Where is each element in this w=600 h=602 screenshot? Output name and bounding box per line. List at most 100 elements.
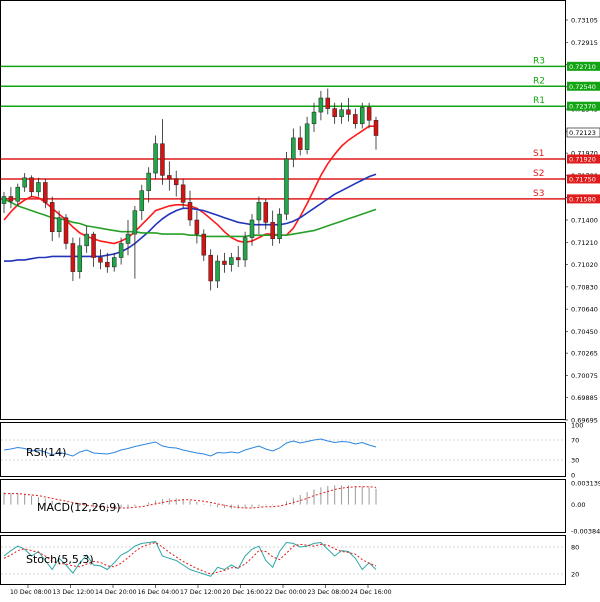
candle-body (332, 108, 337, 118)
level-label-s3: S3 (533, 189, 544, 199)
candle-body (263, 202, 269, 223)
time-tick-label: 14 Dec 20:00 (95, 589, 137, 596)
rsi-tick-label: 100 (571, 422, 583, 430)
rsi-tick-label: 0 (571, 472, 575, 480)
stoch-tick-label: 80 (571, 544, 579, 552)
candle-body (325, 97, 331, 109)
candle-body (29, 177, 34, 193)
price-axis: 0.731050.729150.727250.725350.723450.721… (565, 17, 598, 425)
price-tick-label: 0.70640 (571, 306, 598, 314)
candle-body (256, 202, 262, 221)
candle-body (304, 123, 310, 150)
rsi-label: RSI(14) (26, 446, 66, 459)
stoch-tick-label: 20 (571, 571, 579, 579)
level-price-text: 0.71580 (569, 195, 596, 203)
candle-body (297, 137, 303, 150)
candle-body (366, 107, 372, 121)
candle-body (118, 243, 124, 258)
price-tick-label: 0.71210 (571, 239, 598, 247)
candle-body (359, 107, 365, 125)
chart-svg: 0.731050.729150.727250.725350.723450.721… (0, 0, 600, 596)
macd-tick-label: -0.00384 (571, 528, 600, 536)
candle-body (187, 202, 193, 221)
candle-body (22, 177, 27, 188)
candle-body (242, 237, 248, 261)
level-label-s2: S2 (533, 169, 544, 179)
price-tick-label: 0.70265 (571, 350, 598, 358)
candle-body (105, 261, 110, 268)
level-price-text: 0.72710 (569, 63, 596, 71)
rsi-tick-label: 30 (571, 457, 579, 465)
candle-body (49, 202, 55, 232)
level-label-s1: S1 (533, 149, 544, 159)
candle-body (139, 190, 145, 211)
candle-body (84, 233, 89, 247)
candle-body (311, 111, 317, 125)
candle-bullish (284, 151, 289, 220)
candle-body (277, 213, 282, 240)
candle-body (284, 158, 289, 215)
candle-body (346, 109, 351, 115)
candle-body (270, 222, 275, 240)
candle-body (63, 217, 69, 244)
time-tick-label: 13 Dec 12:00 (53, 589, 95, 596)
level-price-text: 0.72540 (569, 83, 596, 91)
level-price-text: 0.71750 (569, 175, 596, 183)
candle-body (173, 178, 179, 186)
level-label-r1: R1 (533, 96, 545, 106)
candle-body (160, 143, 165, 176)
level-price-text: 0.71920 (569, 156, 596, 164)
candle-body (222, 260, 227, 265)
price-tick-label: 0.70075 (571, 372, 598, 380)
candle-body (56, 217, 62, 232)
candle-body (339, 109, 344, 118)
current-price-tag: 0.72123 (566, 127, 600, 138)
candle-body (291, 137, 296, 160)
rsi-panel-frame (0, 422, 566, 477)
candle-body (111, 257, 117, 268)
candle-body (15, 186, 21, 202)
time-tick-label: 16 Dec 04:00 (138, 589, 180, 596)
candle-body (125, 233, 131, 244)
candle-body (70, 243, 76, 272)
level-price-text: 0.72370 (569, 103, 596, 111)
macd-label: MACD(12,26,9) (37, 501, 121, 514)
level-label-r2: R2 (533, 76, 545, 86)
candle-body (201, 233, 207, 256)
time-tick-label: 22 Dec 00:00 (265, 589, 307, 596)
candle-body (132, 210, 138, 235)
candle-body (1, 196, 7, 204)
stoch-label: Stoch(5,5,3) (26, 553, 94, 566)
candle-body (318, 97, 324, 113)
price-tick-label: 0.71400 (571, 217, 598, 225)
time-tick-label: 23 Dec 08:00 (308, 589, 350, 596)
candle-body (235, 257, 241, 261)
candle-body (229, 257, 234, 265)
macd-tick-label: 0.00 (571, 501, 585, 509)
price-tick-label: 0.69885 (571, 394, 598, 402)
candle-body (180, 184, 186, 203)
price-tick-label: 0.70830 (571, 283, 598, 291)
price-tick-label: 0.70450 (571, 328, 598, 336)
time-axis: 10 Dec 08:00 13 Dec 12:00 14 Dec 20:00 16 D… (10, 585, 392, 596)
candle-body (146, 172, 151, 191)
candle-body (77, 245, 83, 272)
current-price-label: 0.72123 (569, 129, 596, 137)
time-tick-label: 20 Dec 16:00 (223, 589, 265, 596)
candle-body (91, 233, 96, 258)
candle-body (194, 219, 200, 235)
candle-body (36, 182, 41, 193)
forex-chart: 0.731050.729150.727250.725350.723450.721… (0, 0, 600, 598)
candle-body (373, 120, 379, 136)
macd-tick-label: 0.003139 (571, 480, 600, 488)
candle-body (43, 182, 48, 203)
time-tick-label: 24 Dec 16:00 (350, 589, 392, 596)
candle-body (153, 143, 158, 174)
price-tick-label: 0.73105 (571, 17, 598, 25)
candle-body (208, 254, 213, 282)
time-tick-label: 10 Dec 08:00 (10, 589, 52, 596)
level-label-r3: R3 (533, 56, 545, 66)
candle-body (215, 260, 220, 282)
candle-body (8, 196, 14, 202)
candle-body (167, 175, 172, 180)
